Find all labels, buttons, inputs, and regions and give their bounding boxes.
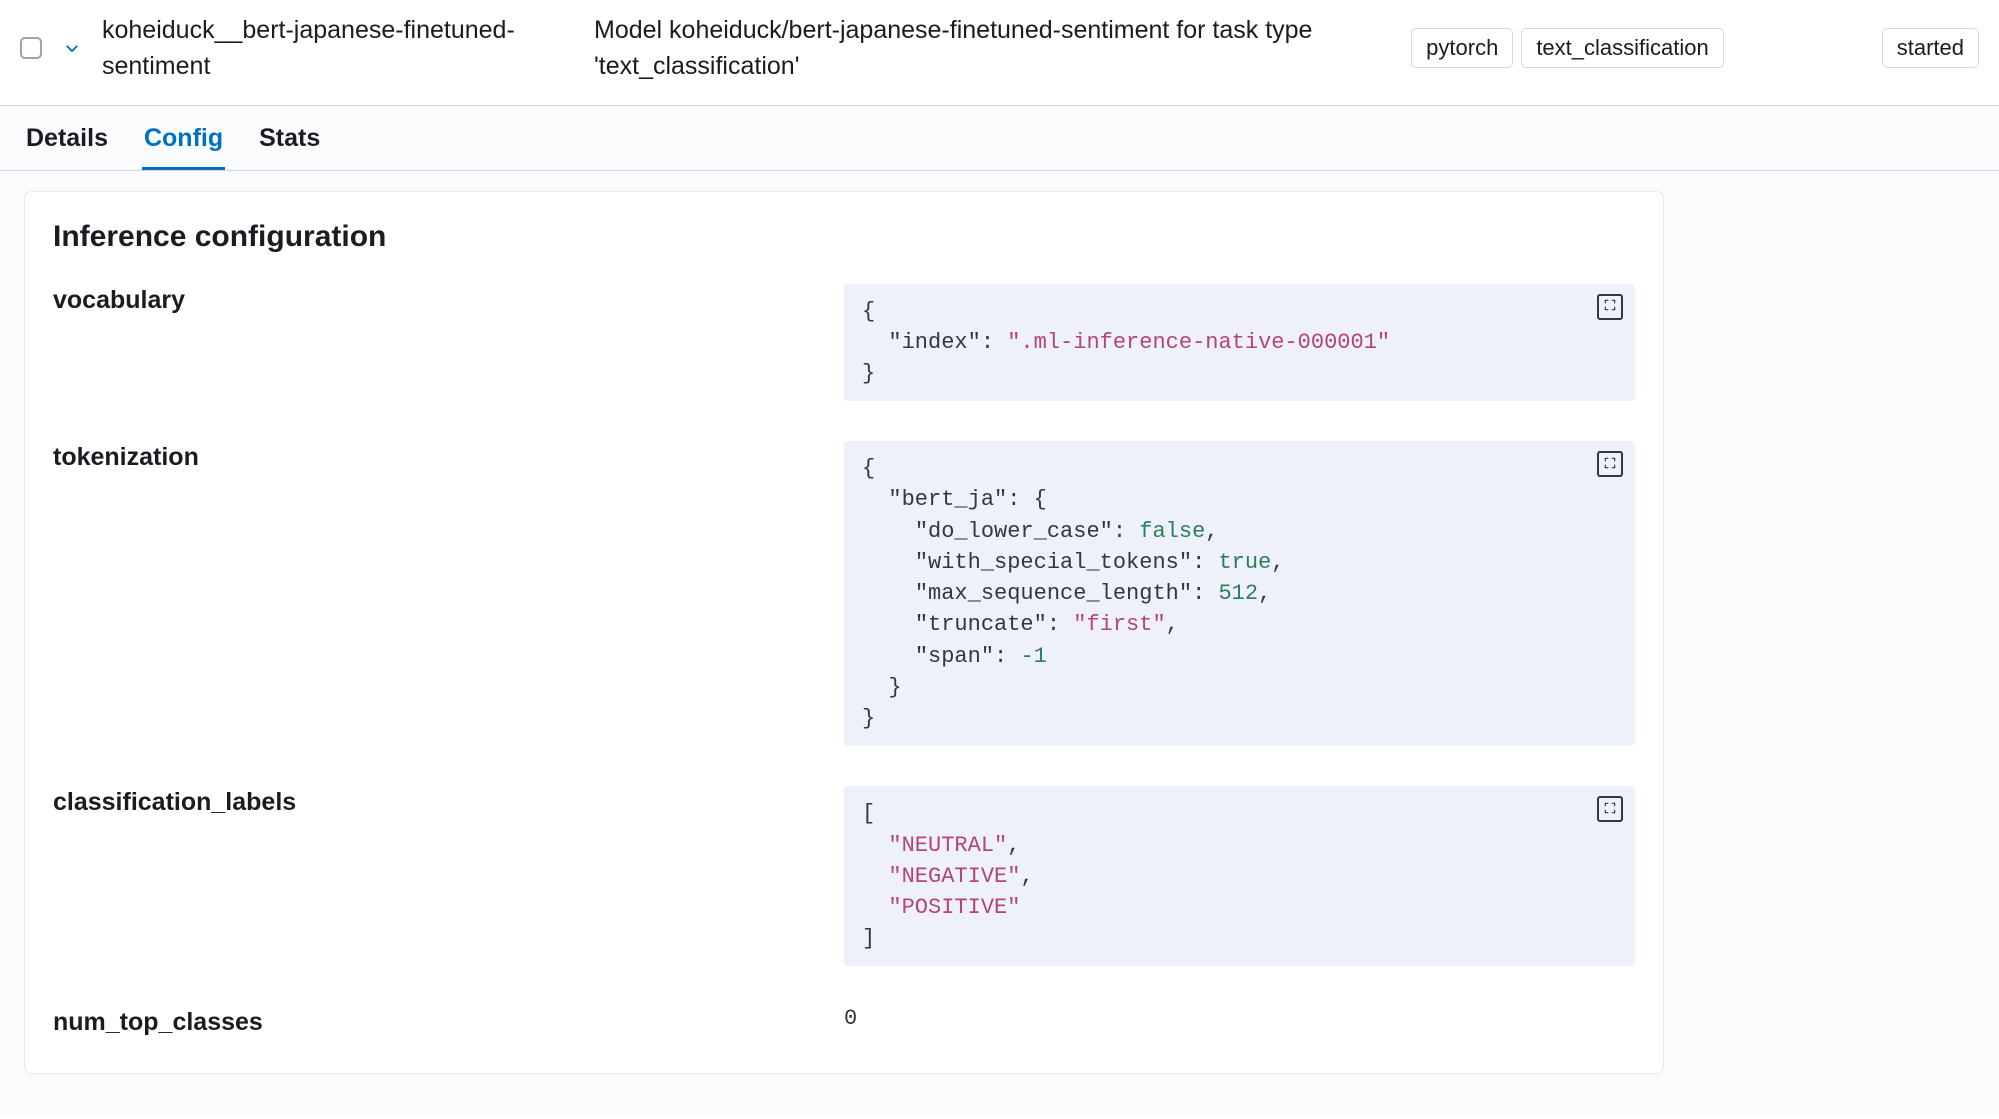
model-description: Model koheiduck/bert-japanese-finetuned-… bbox=[594, 12, 1399, 85]
status-badge: started bbox=[1882, 28, 1979, 68]
row-num-top-classes: num_top_classes 0 bbox=[53, 1006, 1635, 1037]
classification-labels-codeblock: [ "NEUTRAL", "NEGATIVE", "POSITIVE" ] bbox=[844, 786, 1635, 966]
content-area: Inference configuration vocabulary { "in… bbox=[0, 171, 1999, 1115]
row-vocabulary: vocabulary { "index": ".ml-inference-nat… bbox=[53, 284, 1635, 402]
expand-button[interactable] bbox=[1597, 451, 1623, 477]
tab-details[interactable]: Details bbox=[24, 106, 110, 170]
expand-button[interactable] bbox=[1597, 294, 1623, 320]
tags-container: pytorch text_classification started bbox=[1411, 28, 1979, 68]
tab-config[interactable]: Config bbox=[142, 106, 225, 170]
model-id: koheiduck__bert-japanese-finetuned-senti… bbox=[102, 12, 582, 85]
vocabulary-codeblock: { "index": ".ml-inference-native-000001"… bbox=[844, 284, 1635, 402]
tokenization-codeblock: { "bert_ja": { "do_lower_case": false, "… bbox=[844, 441, 1635, 746]
tag-text-classification[interactable]: text_classification bbox=[1521, 28, 1723, 68]
model-header-row: koheiduck__bert-japanese-finetuned-senti… bbox=[0, 0, 1999, 106]
row-classification-labels: classification_labels [ "NEUTRAL", "NEGA… bbox=[53, 786, 1635, 966]
fullscreen-icon bbox=[1603, 456, 1617, 473]
num-top-classes-value: 0 bbox=[844, 1006, 857, 1031]
expand-button[interactable] bbox=[1597, 796, 1623, 822]
expand-toggle[interactable] bbox=[54, 39, 90, 57]
row-label: num_top_classes bbox=[53, 1006, 844, 1037]
row-label: classification_labels bbox=[53, 786, 844, 817]
chevron-down-icon bbox=[63, 39, 81, 57]
fullscreen-icon bbox=[1603, 298, 1617, 315]
row-label: tokenization bbox=[53, 441, 844, 472]
tabs: Details Config Stats bbox=[0, 106, 1999, 171]
inference-config-panel: Inference configuration vocabulary { "in… bbox=[24, 191, 1664, 1075]
row-label: vocabulary bbox=[53, 284, 844, 315]
select-checkbox[interactable] bbox=[20, 37, 42, 59]
panel-title: Inference configuration bbox=[53, 220, 1635, 254]
row-tokenization: tokenization { "bert_ja": { "do_lower_ca… bbox=[53, 441, 1635, 746]
tag-pytorch[interactable]: pytorch bbox=[1411, 28, 1513, 68]
tab-stats[interactable]: Stats bbox=[257, 106, 322, 170]
fullscreen-icon bbox=[1603, 801, 1617, 818]
